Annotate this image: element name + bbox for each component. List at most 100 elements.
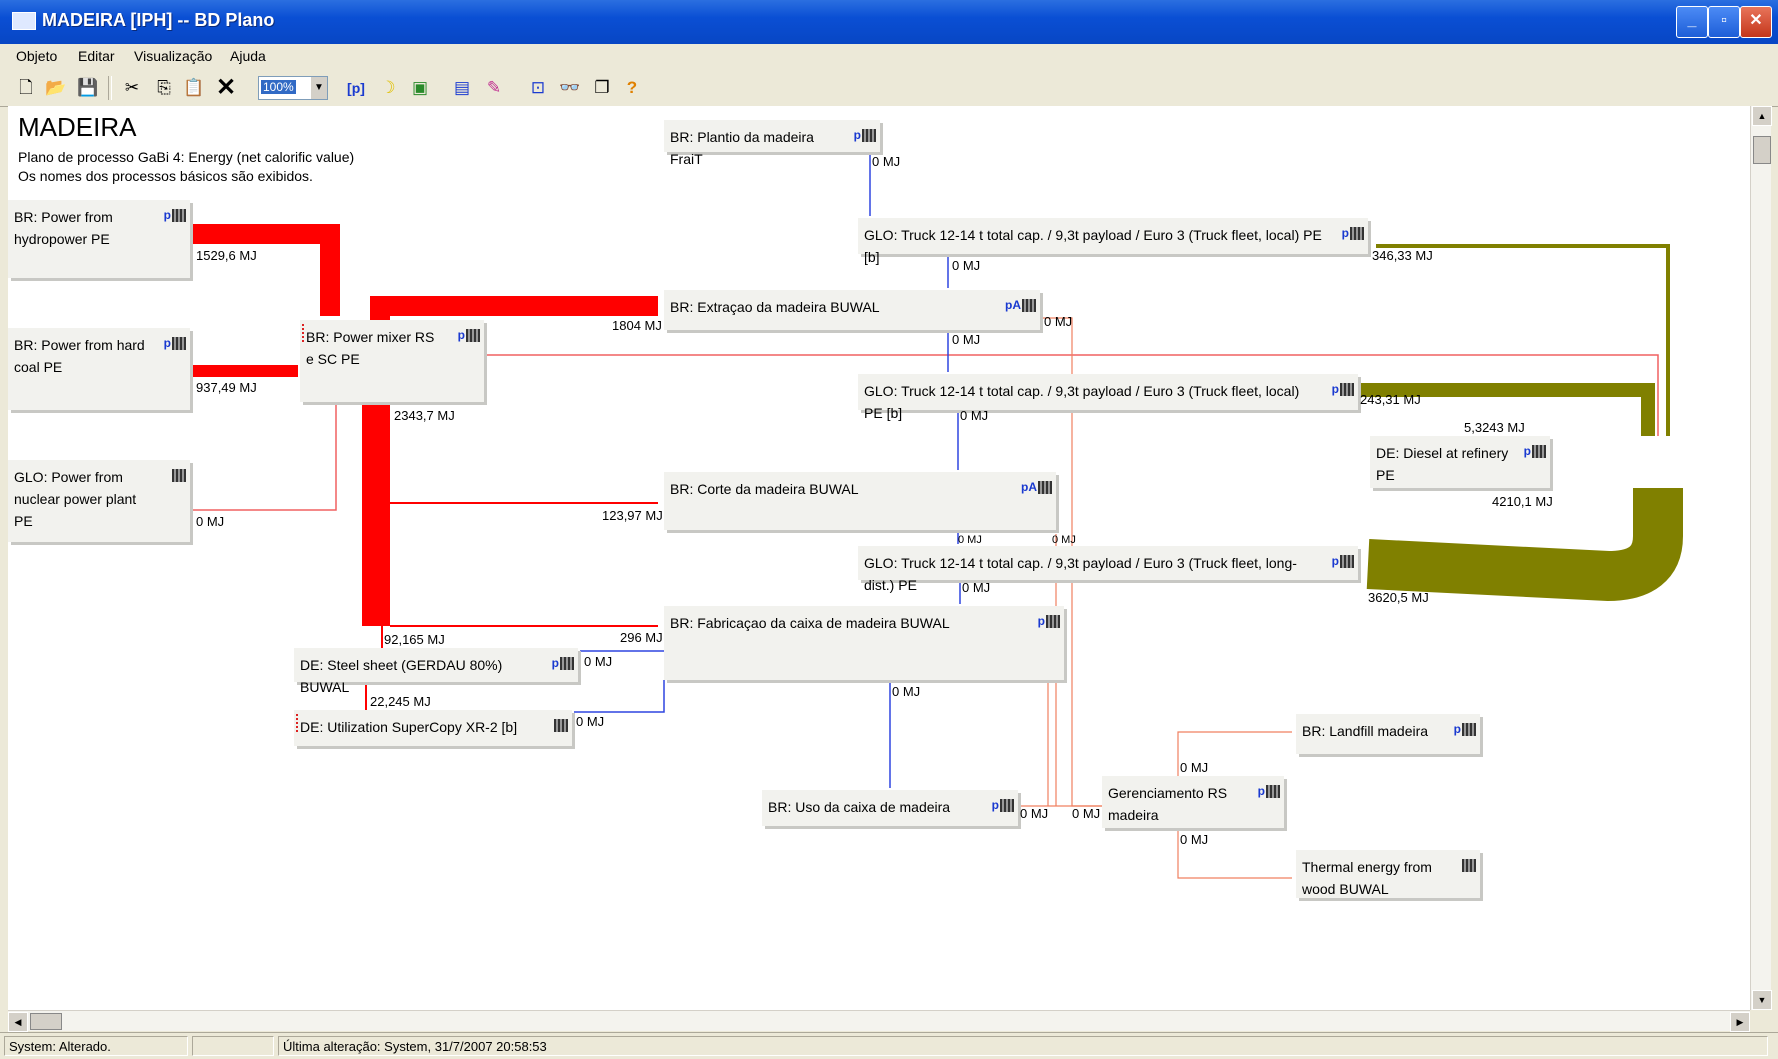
process-label: DE: Steel sheet (GERDAU 80%) BUWAL [300,657,503,695]
flow-label: 123,97 MJ [602,508,663,523]
open-icon[interactable]: 📂 [44,76,68,100]
windows-icon[interactable]: ❐ [590,76,614,100]
close-button[interactable]: ✕ [1740,6,1772,38]
help-icon[interactable]: ? [620,76,644,100]
process-label: BR: Corte da madeira BUWAL [670,481,859,497]
scroll-thumb[interactable] [1753,136,1771,164]
gear-icon [862,129,876,143]
parameter-icon: p [1341,226,1349,240]
process-icon[interactable]: ▤ [450,76,474,100]
process-label: BR: Fabricaçao da caixa de madeira BUWAL [670,615,950,631]
flow-label: 1804 MJ [612,318,662,333]
horizontal-scrollbar[interactable]: ◀ ▶ [8,1010,1750,1032]
layers-icon[interactable]: ▣ [408,76,432,100]
process-landfill[interactable]: BR: Landfill madeira p [1296,714,1480,754]
process-truck1[interactable]: GLO: Truck 12-14 t total cap. / 9,3t pay… [858,218,1368,265]
flow-hydro [188,224,340,316]
scroll-right-icon[interactable]: ▶ [1730,1012,1750,1032]
save-icon[interactable]: 💾 [76,76,100,100]
flow-label: 0 MJ [1072,806,1101,821]
plan-title: MADEIRA [18,112,137,142]
scroll-down-icon[interactable]: ▼ [1752,990,1772,1010]
minimize-button[interactable]: _ [1676,6,1708,38]
process-fabricacao[interactable]: BR: Fabricaçao da caixa de madeira BUWAL… [664,606,1064,680]
process-icons: p [1332,378,1354,400]
flow-label: 0 MJ [1052,534,1076,546]
scroll-left-icon[interactable]: ◀ [8,1012,28,1032]
gear-icon [1266,785,1280,799]
status-bar: System: Alterado. Última alteração: Syst… [0,1032,1778,1059]
gear-icon [1038,481,1052,495]
menu-ajuda[interactable]: Ajuda [230,48,266,64]
parameter-icon: p [1331,382,1339,396]
process-diesel[interactable]: DE: Diesel at refinery PE p [1370,436,1550,488]
parameter-icon: p [1453,722,1461,736]
process-utilization[interactable]: DE: Utilization SuperCopy XR-2 [b] [294,710,572,746]
app-icon[interactable] [12,12,36,30]
flow-label: 0 MJ [960,408,989,423]
parameter-icon: p [1331,554,1339,568]
flow-label: 0 MJ [1044,314,1073,329]
process-icons [171,464,186,486]
zoom-select[interactable]: 100% ▼ [258,76,328,100]
plan-subtitle-line1: Plano de processo GaBi 4: Energy (net ca… [18,149,355,165]
process-steel[interactable]: DE: Steel sheet (GERDAU 80%) BUWAL p [294,648,578,695]
chevron-down-icon[interactable]: ▼ [311,77,327,99]
process-icons: p [164,204,186,226]
flow-label: 1529,6 MJ [196,248,257,263]
gear-icon [560,657,574,671]
process-corte[interactable]: BR: Corte da madeira BUWAL pA [664,472,1056,530]
binoculars-icon[interactable]: 👓 [558,76,582,100]
process-label: BR: Uso da caixa de madeira [768,799,951,815]
inspect-icon[interactable]: ⊡ [526,76,550,100]
flow-label: 0 MJ [958,534,982,546]
moon-icon[interactable]: ☽ [376,76,400,100]
process-extracao[interactable]: BR: Extraçao da madeira BUWAL pA [664,290,1040,330]
parameter-icon[interactable]: [p] [344,76,368,100]
process-label: GLO: Truck 12-14 t total cap. / 9,3t pay… [864,227,1322,265]
plan-canvas[interactable]: MADEIRA Plano de processo GaBi 4: Energy… [8,106,1750,1010]
process-icons: p [1342,222,1364,244]
toolbar: 🗋 📂 💾 ✂ ⎘ 📋 ✕ 100% ▼ [p] ☽ ▣ ▤ ✎ ⊡ 👓 ❐ ? [0,70,1778,107]
flow-label: 4210,1 MJ [1492,494,1553,509]
process-truck3[interactable]: GLO: Truck 12-14 t total cap. / 9,3t pay… [858,546,1358,593]
status-empty [192,1036,274,1056]
cut-icon[interactable]: ✂ [120,76,144,100]
process-uso[interactable]: BR: Uso da caixa de madeira p [762,790,1018,826]
flow-label: 22,245 MJ [370,694,431,709]
process-hardcoal[interactable]: BR: Power from hard coal PE p [8,328,190,410]
flow-label: 92,165 MJ [384,632,445,647]
process-gerenciamento[interactable]: Gerenciamento RS madeira p [1102,776,1284,828]
paste-icon[interactable]: 📋 [182,76,206,100]
flow-label: 0 MJ [196,514,225,529]
gear-icon [172,209,186,223]
process-mixer[interactable]: BR: Power mixer RS e SC PE p [300,320,484,402]
process-nuclear[interactable]: GLO: Power from nuclear power plant PE [8,460,190,542]
gear-icon [1000,799,1014,813]
copy-icon[interactable]: ⎘ [152,76,176,100]
scroll-up-icon[interactable]: ▲ [1752,106,1772,126]
new-icon[interactable]: 🗋 [14,76,38,100]
flow-label: 2343,7 MJ [394,408,455,423]
menu-objeto[interactable]: Objeto [16,48,57,64]
menu-visualizacao[interactable]: Visualização [134,48,212,64]
parameter-icon: p [991,798,999,812]
flow-diesel-truck1 [1376,244,1670,436]
process-hydro[interactable]: BR: Power from hydropower PE p [8,200,190,278]
delete-icon[interactable]: ✕ [214,76,238,100]
scroll-thumb[interactable] [30,1013,62,1030]
eraser-icon[interactable]: ✎ [482,76,506,100]
flow-label: 0 MJ [584,654,613,669]
parameter-icon: p [853,128,861,142]
flow-label: 0 MJ [952,258,981,273]
parameter-icon: pA [1021,480,1037,494]
parameter-icon: pA [1005,298,1021,312]
menu-editar[interactable]: Editar [78,48,115,64]
process-plantio[interactable]: BR: Plantio da madeira FraiT p [664,120,880,167]
process-thermal[interactable]: Thermal energy from wood BUWAL [1296,850,1480,898]
maximize-button[interactable]: ▫ [1708,6,1740,38]
process-truck2[interactable]: GLO: Truck 12-14 t total cap. / 9,3t pay… [858,374,1358,421]
vertical-scrollbar[interactable]: ▲ ▼ [1750,106,1772,1010]
parameter-icon: p [1257,784,1265,798]
status-state: System: Alterado. [4,1036,188,1056]
